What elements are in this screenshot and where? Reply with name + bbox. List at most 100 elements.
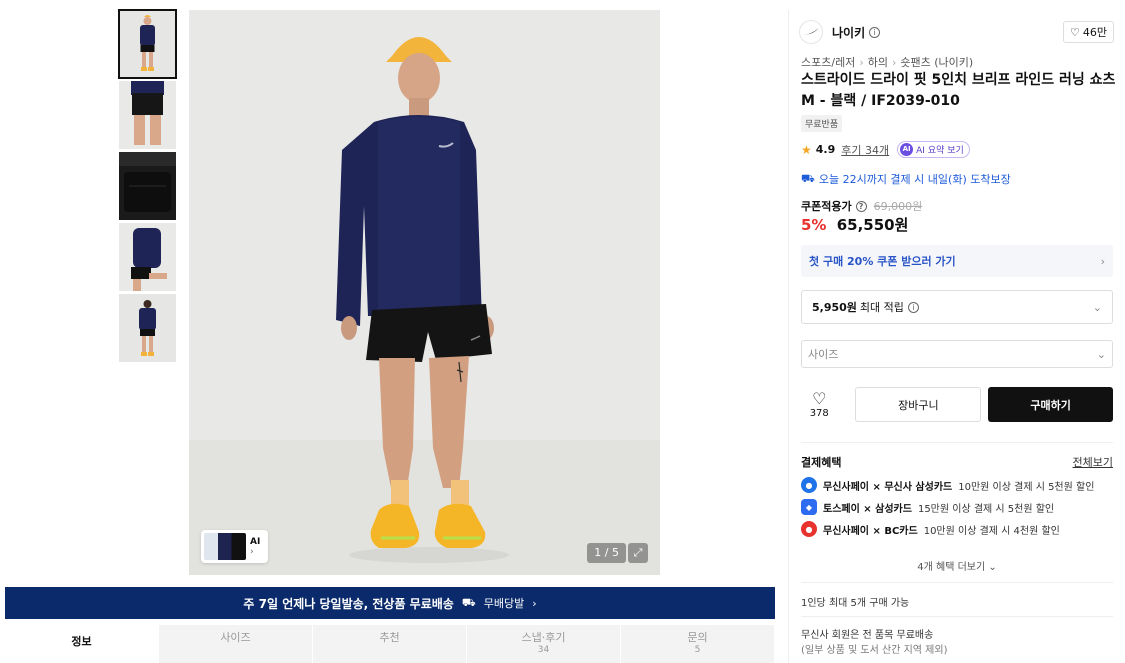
product-title: 스트라이드 드라이 핏 5인치 브리프 라인드 러닝 쇼츠 M - 블랙 / I…: [801, 72, 1116, 109]
image-counter: 1 / 5: [587, 543, 626, 563]
main-product-image[interactable]: AI › 1 / 5 ⤢: [189, 10, 660, 575]
delivery-truck-icon: ⛟: [461, 595, 476, 609]
musinsa-pay-icon: ●: [801, 477, 817, 493]
breadcrumb-item[interactable]: 하의: [868, 56, 888, 69]
payment-brand: 무신사페이 × BC카드: [823, 525, 918, 537]
purchase-actions: ♡ 378 장바구니 구매하기: [801, 387, 1113, 422]
brand-like-count: 46만: [1082, 26, 1107, 39]
tab-label: 사이즈: [220, 631, 251, 644]
payment-brand: 토스페이 × 삼성카드: [823, 503, 912, 515]
first-purchase-coupon-button[interactable]: 첫 구매 20% 쿠폰 받으러 가기 ›: [801, 245, 1113, 277]
thumbnail-image: [119, 223, 176, 291]
discount-rate: 5%: [801, 216, 827, 234]
member-shipping-note: (일부 상품 및 도서 산간 지역 제외): [801, 645, 948, 656]
model-illustration: [189, 10, 660, 575]
shipping-banner[interactable]: 주 7일 언제나 당일발송, 전상품 무료배송 ⛟ 무배당발 ›: [5, 587, 775, 619]
chevron-right-icon: ›: [891, 56, 897, 69]
thumbnail[interactable]: [119, 294, 176, 362]
tab-info[interactable]: 정보: [5, 625, 159, 663]
original-price: 69,000원: [873, 200, 923, 213]
delivery-guarantee: ⛟ 오늘 22시까지 결제 시 내일(화) 도착보장: [801, 171, 1011, 187]
thumbnail-list: [118, 9, 177, 365]
divider: [801, 582, 1113, 583]
brand-logo-icon[interactable]: [799, 20, 823, 44]
chevron-down-icon: ⌄: [988, 562, 997, 573]
delivery-truck-icon: ⛟: [801, 171, 815, 185]
tab-label: 추천: [379, 631, 400, 644]
tab-label: 스냅·후기: [521, 631, 566, 644]
payment-benefit-item: ◆ 토스페이 × 삼성카드 15만원 이상 결제 시 5천원 할인: [801, 499, 1113, 515]
info-icon[interactable]: i: [907, 301, 919, 313]
member-shipping-info: 무신사 회원은 전 품목 무료배송 (일부 상품 및 도서 산간 지역 제외): [801, 628, 947, 658]
shipping-banner-text: 주 7일 언제나 당일발송, 전상품 무료배송: [243, 596, 454, 611]
points-label: 최대 적립: [859, 301, 904, 314]
final-price: 65,550원: [836, 216, 909, 234]
tab-inquiry[interactable]: 문의 5: [621, 625, 775, 663]
view-all-link[interactable]: 전체보기: [1073, 454, 1113, 470]
expand-icon[interactable]: ⤢: [628, 543, 648, 563]
coupon-price-label: 쿠폰적용가 ? 69,000원: [801, 198, 922, 214]
payment-benefits-header: 결제혜택 전체보기: [801, 454, 1113, 470]
payment-benefits-title: 결제혜택: [801, 456, 842, 469]
payment-benefit-item: ● 무신사페이 × BC카드 10만원 이상 결제 시 4천원 할인: [801, 521, 1113, 537]
thumbnail-image: [119, 152, 176, 220]
size-select[interactable]: 사이즈 ⌄: [801, 340, 1113, 368]
divider: [801, 616, 1113, 617]
thumbnail[interactable]: [119, 152, 176, 220]
heart-icon: ♡: [1070, 25, 1080, 39]
chevron-right-icon: ›: [250, 546, 254, 557]
more-benefits-label: 4개 혜택 더보기: [917, 562, 986, 573]
thumbnail-image: [119, 10, 176, 78]
brand-name[interactable]: 나이키: [832, 24, 865, 41]
thumbnail[interactable]: [119, 223, 176, 291]
tab-label: 문의: [687, 631, 708, 644]
mini-preview-image: [204, 533, 246, 560]
more-benefits-button[interactable]: 4개 혜택 더보기 ⌄: [801, 558, 1113, 573]
ai-tag-label: AI: [250, 536, 261, 547]
info-icon[interactable]: i: [869, 26, 881, 38]
buy-now-button[interactable]: 구매하기: [988, 387, 1113, 422]
thumbnail[interactable]: [118, 9, 177, 79]
tab-label: 정보: [71, 635, 92, 648]
chevron-down-icon: ⌄: [1092, 300, 1102, 314]
purchase-limit: 1인당 최대 5개 구매 가능: [801, 598, 910, 609]
detail-tabs: 정보 사이즈 추천 스냅·후기 34 문의 5: [5, 625, 775, 663]
review-count-link[interactable]: 후기 34개: [841, 142, 889, 158]
payment-brand: 무신사페이 × 무신사 삼성카드: [823, 481, 953, 493]
wishlist-count: 378: [809, 407, 829, 419]
rating-row: ★ 4.9 후기 34개 AI AI 요약 보기: [801, 141, 970, 158]
tab-recommend[interactable]: 추천: [313, 625, 467, 663]
ai-summary-label: AI 요약 보기: [916, 146, 964, 156]
star-icon: ★: [801, 142, 812, 157]
wishlist-button[interactable]: ♡ 378: [801, 388, 837, 420]
product-info-panel: 나이키 i ♡ 46만 스포츠/레저 › 하의 › 숏팬츠 (나이키) 스트라이드 드라…: [788, 10, 1125, 663]
brand-like-button[interactable]: ♡ 46만: [1063, 21, 1114, 43]
tab-count: 5: [694, 645, 701, 655]
ai-similar-items-button[interactable]: AI ›: [201, 530, 268, 563]
coupon-price-label-text: 쿠폰적용가: [801, 200, 852, 213]
breadcrumb-item[interactable]: 숏팬츠 (나이키): [900, 56, 973, 69]
chevron-right-icon: ›: [859, 56, 864, 69]
heart-icon: ♡: [812, 388, 827, 408]
tab-snap-reviews[interactable]: 스냅·후기 34: [467, 625, 621, 663]
tab-count: 34: [537, 645, 550, 655]
size-select-placeholder: 사이즈: [808, 348, 839, 361]
toss-pay-icon: ◆: [801, 499, 817, 515]
brand-row: 나이키 i ♡ 46만: [799, 20, 1114, 44]
points-amount: 5,950원: [812, 301, 857, 314]
breadcrumb-item[interactable]: 스포츠/레저: [801, 56, 855, 69]
thumbnail[interactable]: [119, 81, 176, 149]
payment-detail: 10만원 이상 결제 시 4천원 할인: [923, 525, 1060, 537]
info-icon[interactable]: ?: [855, 200, 867, 212]
points-dropdown[interactable]: 5,950원 최대 적립 i ⌄: [801, 290, 1113, 324]
breadcrumb: 스포츠/레저 › 하의 › 숏팬츠 (나이키): [801, 54, 973, 70]
tab-size[interactable]: 사이즈: [159, 625, 313, 663]
chevron-right-icon: ›: [532, 596, 537, 610]
thumbnail-image: [119, 294, 176, 362]
price-row: 5% 65,550원: [801, 214, 908, 235]
add-to-cart-button[interactable]: 장바구니: [855, 387, 982, 422]
ai-summary-button[interactable]: AI AI 요약 보기: [897, 141, 970, 158]
member-shipping-line: 무신사 회원은 전 품목 무료배송: [801, 630, 934, 641]
coupon-text: 첫 구매 20% 쿠폰 받으러 가기: [809, 255, 956, 268]
divider: [801, 442, 1113, 443]
